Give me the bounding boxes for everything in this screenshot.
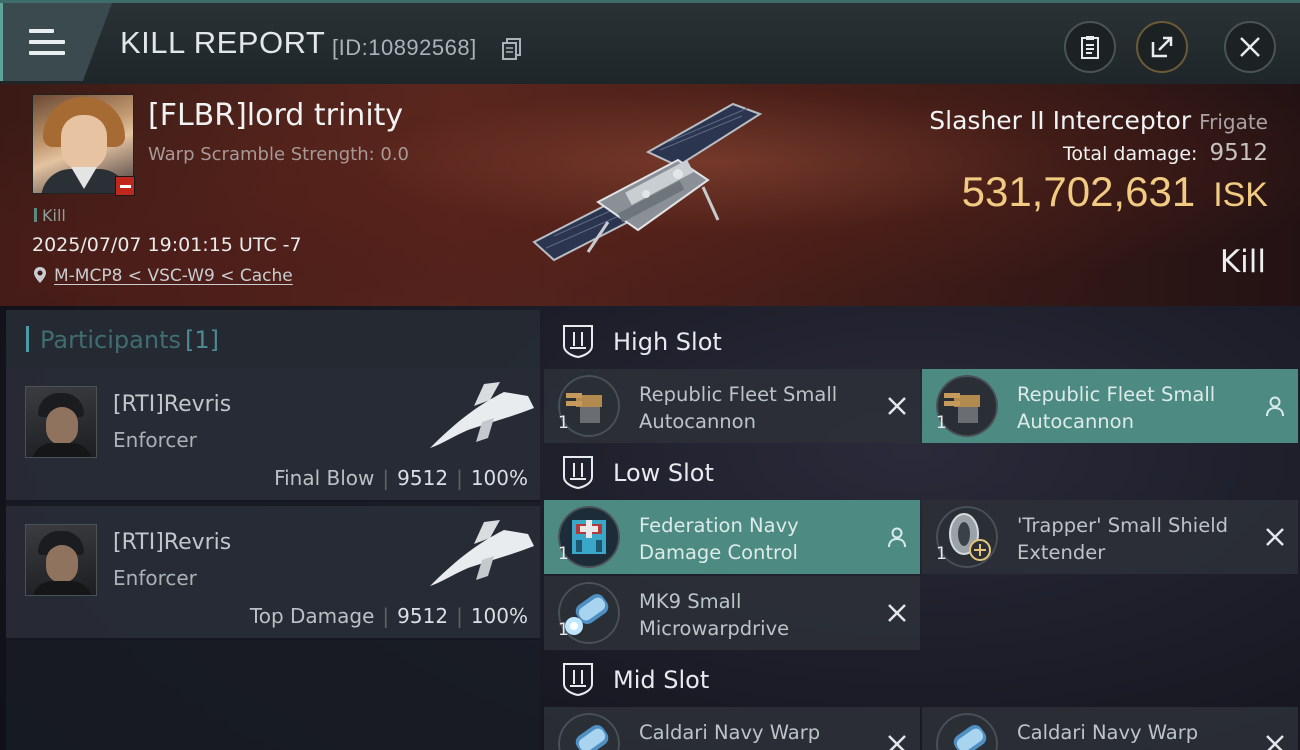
high-slot-title: High Slot — [613, 328, 722, 356]
report-id: [ID:10892568] — [332, 35, 477, 60]
participant-role: Final Blow — [274, 466, 375, 490]
remove-badge-icon — [115, 176, 135, 196]
module-name: 'Trapper' Small Shield Extender — [1017, 514, 1229, 564]
participant-ship: Enforcer — [113, 428, 197, 452]
isk-value-row: 531,702,631 ISK — [962, 168, 1268, 216]
low-slot-header: Low Slot — [544, 443, 1300, 503]
module-name: MK9 Small Microwarpdrive — [639, 590, 790, 640]
participants-panel: Participants [1] [RTI]Revris Enforcer Fin… — [6, 310, 540, 750]
ship-render-image — [532, 102, 763, 262]
high-slot-header: High Slot — [544, 312, 1300, 372]
destroyed-x-icon — [888, 604, 906, 622]
kill-result-label: Kill — [1219, 244, 1266, 280]
participant-damage: 9512 — [397, 466, 449, 490]
module-quantity: 1 — [936, 544, 947, 564]
top-bar: KILL REPORT [ID:10892568] — [0, 0, 1300, 84]
share-icon — [1151, 36, 1173, 58]
participant-stats: Top Damage | 9512 | 100% — [249, 604, 528, 628]
close-button[interactable] — [1224, 21, 1276, 73]
warp-disruptor-icon — [936, 713, 998, 750]
participant-ship-icon — [430, 520, 534, 586]
total-damage: Total damage: 9512 — [1063, 140, 1268, 166]
victim-name[interactable]: [FLBR]lord trinity — [148, 98, 403, 133]
location-pin-icon — [34, 267, 46, 283]
module-item[interactable]: 1 'Trapper' Small Shield Extender — [922, 500, 1298, 574]
participant-percent: 100% — [470, 604, 528, 628]
clipboard-button[interactable] — [1064, 21, 1116, 73]
ship-name-text: Slasher II Interceptor — [929, 106, 1192, 135]
module-name: Republic Fleet Small Autocannon — [1017, 383, 1216, 433]
module-quantity: 1 — [558, 620, 569, 640]
module-item[interactable]: 1 Federation Navy Damage Control — [544, 500, 920, 574]
copy-icon[interactable] — [502, 38, 522, 60]
participant-name: [RTI]Revris — [113, 530, 232, 555]
module-item[interactable]: 1 Republic Fleet Small Autocannon — [922, 369, 1298, 443]
page-title: KILL REPORT — [120, 25, 326, 60]
module-name: Federation Navy Damage Control — [639, 514, 799, 564]
participant-avatar[interactable] — [25, 524, 97, 596]
menu-button[interactable] — [0, 3, 112, 81]
low-slot-title: Low Slot — [613, 459, 714, 487]
participant-ship: Enforcer — [113, 566, 197, 590]
participant-name: [RTI]Revris — [113, 392, 232, 417]
mid-slot-title: Mid Slot — [613, 666, 710, 694]
mid-slot-header: Mid Slot — [544, 650, 1300, 710]
destroyed-x-icon — [1266, 735, 1284, 750]
mid-slot-icon — [563, 663, 593, 696]
participant-stats: Final Blow | 9512 | 100% — [274, 466, 528, 490]
dropped-person-icon — [1266, 396, 1284, 417]
close-icon — [1240, 37, 1260, 57]
kill-location[interactable]: M-MCP8 < VSC-W9 < Cache — [32, 266, 293, 286]
kill-tag: Kill — [34, 206, 66, 225]
participant-damage: 9512 — [397, 604, 449, 628]
participant-ship-icon — [430, 382, 534, 448]
module-item[interactable]: Caldari Navy Warp — [922, 707, 1298, 750]
ship-name[interactable]: Slasher II Interceptor Frigate — [929, 106, 1268, 135]
participants-header: Participants [1] — [6, 310, 540, 368]
dropped-person-icon — [888, 527, 906, 548]
participant-role: Top Damage — [249, 604, 375, 628]
destroyed-x-icon — [1266, 528, 1284, 546]
kill-banner: [FLBR]lord trinity Warp Scramble Strengt… — [0, 84, 1300, 306]
menu-icon — [29, 29, 65, 57]
participant-card[interactable]: [RTI]Revris Enforcer Final Blow | 9512 | 100… — [6, 368, 540, 502]
module-item[interactable]: 1 MK9 Small Microwarpdrive — [544, 576, 920, 650]
destroyed-x-icon — [888, 397, 906, 415]
participants-count: [1] — [184, 326, 219, 354]
module-name: Caldari Navy Warp — [1017, 721, 1199, 744]
kill-datetime: 2025/07/07 19:01:15 UTC -7 — [32, 234, 302, 256]
location-link[interactable]: M-MCP8 < VSC-W9 < Cache — [54, 266, 293, 286]
total-damage-label: Total damage: — [1062, 143, 1198, 165]
module-item[interactable]: 1 Republic Fleet Small Autocannon — [544, 369, 920, 443]
module-name: Republic Fleet Small Autocannon — [639, 383, 838, 433]
participants-label: Participants — [40, 326, 181, 354]
isk-unit: ISK — [1213, 176, 1268, 214]
low-slot-icon — [563, 456, 593, 489]
total-damage-value: 9512 — [1209, 140, 1268, 166]
module-quantity: 1 — [558, 413, 569, 433]
module-quantity: 1 — [936, 413, 947, 433]
participant-percent: 100% — [470, 466, 528, 490]
module-item[interactable]: Caldari Navy Warp — [544, 707, 920, 750]
module-quantity: 1 — [558, 544, 569, 564]
warp-disruptor-icon — [558, 713, 620, 750]
warp-scramble-strength: Warp Scramble Strength: 0.0 — [148, 144, 410, 165]
module-name: Caldari Navy Warp — [639, 721, 821, 744]
participant-avatar[interactable] — [25, 386, 97, 458]
isk-value: 531,702,631 — [961, 168, 1196, 215]
high-slot-icon — [563, 325, 593, 358]
participant-card[interactable]: [RTI]Revris Enforcer Top Damage | 9512 | 100… — [6, 506, 540, 640]
ship-class: Frigate — [1199, 110, 1268, 134]
destroyed-x-icon — [888, 735, 906, 750]
clipboard-icon — [1081, 36, 1099, 59]
share-button[interactable] — [1136, 21, 1188, 73]
